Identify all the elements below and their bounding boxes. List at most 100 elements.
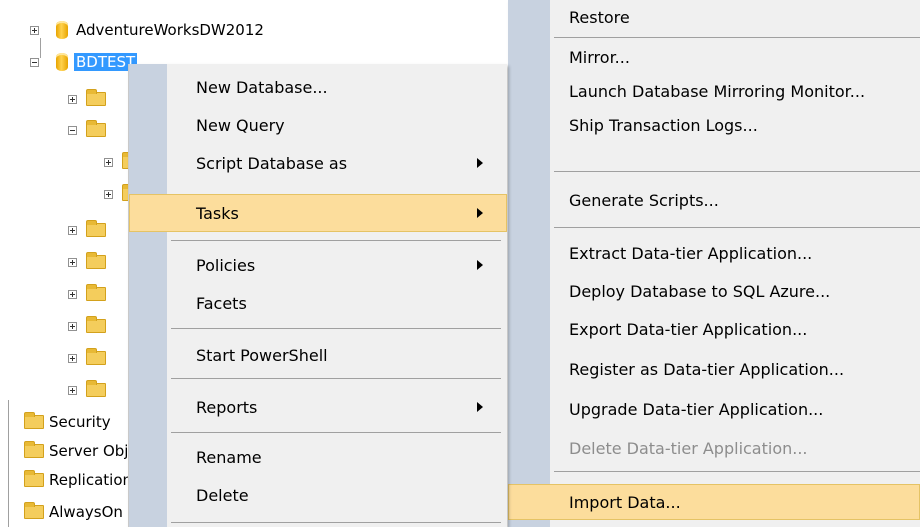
menu-item-label: Ship Transaction Logs... <box>569 115 758 135</box>
folder-icon <box>86 348 106 365</box>
tree-connector <box>8 400 9 527</box>
menu-item-mirror[interactable]: Mirror... <box>508 40 920 74</box>
submenu-arrow-icon <box>477 158 483 168</box>
folder-icon <box>24 412 44 429</box>
folder-icon <box>24 470 44 487</box>
tree-child-folder[interactable] <box>68 120 106 140</box>
expand-icon[interactable] <box>68 353 77 363</box>
menu-item-label: Policies <box>196 255 256 275</box>
expand-icon[interactable] <box>30 25 39 35</box>
folder-icon <box>24 502 44 519</box>
menu-separator <box>554 471 920 472</box>
expand-icon[interactable] <box>68 385 77 395</box>
folder-icon <box>86 220 106 237</box>
folder-icon <box>86 120 106 137</box>
menu-item-label: Upgrade Data-tier Application... <box>569 399 824 419</box>
menu-separator <box>171 432 501 433</box>
collapse-icon[interactable] <box>30 57 39 67</box>
expand-icon[interactable] <box>68 94 77 104</box>
menu-separator <box>171 328 501 329</box>
menu-item-label: Extract Data-tier Application... <box>569 243 813 263</box>
tasks-submenu: Restore Mirror... Launch Database Mirror… <box>508 0 920 527</box>
menu-item-label: Import Data... <box>569 492 681 512</box>
menu-item-label: Deploy Database to SQL Azure... <box>569 281 831 301</box>
menu-item-label: Tasks <box>196 203 239 223</box>
menu-separator <box>554 171 920 172</box>
menu-separator <box>554 37 920 38</box>
menu-item-label: New Database... <box>196 77 328 97</box>
menu-separator <box>171 240 501 241</box>
menu-item-label: Mirror... <box>569 47 630 67</box>
folder-icon <box>86 89 106 106</box>
folder-icon <box>86 316 106 333</box>
menu-item-upgrade-data-tier[interactable]: Upgrade Data-tier Application... <box>508 392 920 426</box>
menu-item-register-data-tier[interactable]: Register as Data-tier Application... <box>508 352 920 386</box>
folder-icon <box>24 441 44 458</box>
expand-icon[interactable] <box>68 289 77 299</box>
tree-node-replication[interactable]: Replication <box>24 470 132 490</box>
menu-item-ship-transaction-logs[interactable]: Ship Transaction Logs... <box>508 108 920 142</box>
menu-item-launch-mirroring-monitor[interactable]: Launch Database Mirroring Monitor... <box>508 74 920 108</box>
menu-item-extract-data-tier[interactable]: Extract Data-tier Application... <box>508 236 920 270</box>
tree-child-folder[interactable] <box>68 380 106 400</box>
folder-icon <box>86 380 106 397</box>
menu-separator <box>554 227 920 228</box>
tree-node-bdtest[interactable]: BDTEST <box>30 52 138 72</box>
menu-item-reports[interactable]: Reports <box>129 390 507 424</box>
submenu-arrow-icon <box>477 402 483 412</box>
menu-item-label: Reports <box>196 397 258 417</box>
expand-icon[interactable] <box>68 225 77 235</box>
expand-icon[interactable] <box>104 189 113 199</box>
menu-item-label: Generate Scripts... <box>569 190 719 210</box>
menu-item-deploy-to-sql-azure[interactable]: Deploy Database to SQL Azure... <box>508 274 920 308</box>
menu-item-label: Restore <box>569 8 630 27</box>
menu-item-facets[interactable]: Facets <box>129 286 507 320</box>
tree-node-label: AdventureWorksDW2012 <box>76 21 264 39</box>
expand-icon[interactable] <box>104 157 113 167</box>
menu-item-label: Rename <box>196 447 262 467</box>
menu-item-label: Start PowerShell <box>196 345 328 365</box>
collapse-icon[interactable] <box>68 125 77 135</box>
menu-item-import-data[interactable]: Import Data... <box>508 484 920 520</box>
menu-item-label: Facets <box>196 293 247 313</box>
menu-item-export-data-tier[interactable]: Export Data-tier Application... <box>508 312 920 346</box>
menu-item-rename[interactable]: Rename <box>129 440 507 474</box>
menu-item-label: Register as Data-tier Application... <box>569 359 845 379</box>
tree-node-adventureworksdw2012[interactable]: AdventureWorksDW2012 <box>30 20 264 40</box>
tree-child-folder[interactable] <box>68 220 106 240</box>
database-icon <box>56 21 68 39</box>
menu-item-start-powershell[interactable]: Start PowerShell <box>129 338 507 372</box>
tree-child-folder[interactable] <box>68 284 106 304</box>
submenu-arrow-icon <box>477 260 483 270</box>
tree-node-label: Security <box>49 413 111 431</box>
expand-icon[interactable] <box>68 257 77 267</box>
submenu-arrow-icon <box>477 208 483 218</box>
expand-icon[interactable] <box>68 321 77 331</box>
menu-item-policies[interactable]: Policies <box>129 248 507 282</box>
menu-item-label: New Query <box>196 115 285 135</box>
menu-separator <box>171 522 501 523</box>
menu-item-tasks[interactable]: Tasks <box>129 194 507 232</box>
folder-icon <box>86 252 106 269</box>
menu-item-new-query[interactable]: New Query <box>129 108 507 142</box>
tree-child-folder[interactable] <box>68 316 106 336</box>
menu-item-delete-data-tier: Delete Data-tier Application... <box>508 431 920 465</box>
menu-item-label: Delete <box>196 485 249 505</box>
tree-node-security[interactable]: Security <box>24 412 111 432</box>
tree-node-label: Replication <box>49 471 133 489</box>
menu-item-delete[interactable]: Delete <box>129 478 507 512</box>
menu-item-script-database-as[interactable]: Script Database as <box>129 146 507 180</box>
tree-child-folder[interactable] <box>68 89 106 109</box>
folder-icon <box>86 284 106 301</box>
tree-child-folder[interactable] <box>68 252 106 272</box>
tree-child-folder[interactable] <box>68 348 106 368</box>
menu-item-generate-scripts[interactable]: Generate Scripts... <box>508 183 920 217</box>
menu-item-label: Export Data-tier Application... <box>569 319 808 339</box>
menu-item-label: Delete Data-tier Application... <box>569 438 808 458</box>
menu-item-new-database[interactable]: New Database... <box>129 70 507 104</box>
menu-item-label: Launch Database Mirroring Monitor... <box>569 81 866 101</box>
database-icon <box>56 53 68 71</box>
database-context-menu: New Database... New Query Script Databas… <box>128 64 507 527</box>
menu-item-restore[interactable]: Restore <box>508 0 920 34</box>
menu-separator <box>171 378 501 379</box>
